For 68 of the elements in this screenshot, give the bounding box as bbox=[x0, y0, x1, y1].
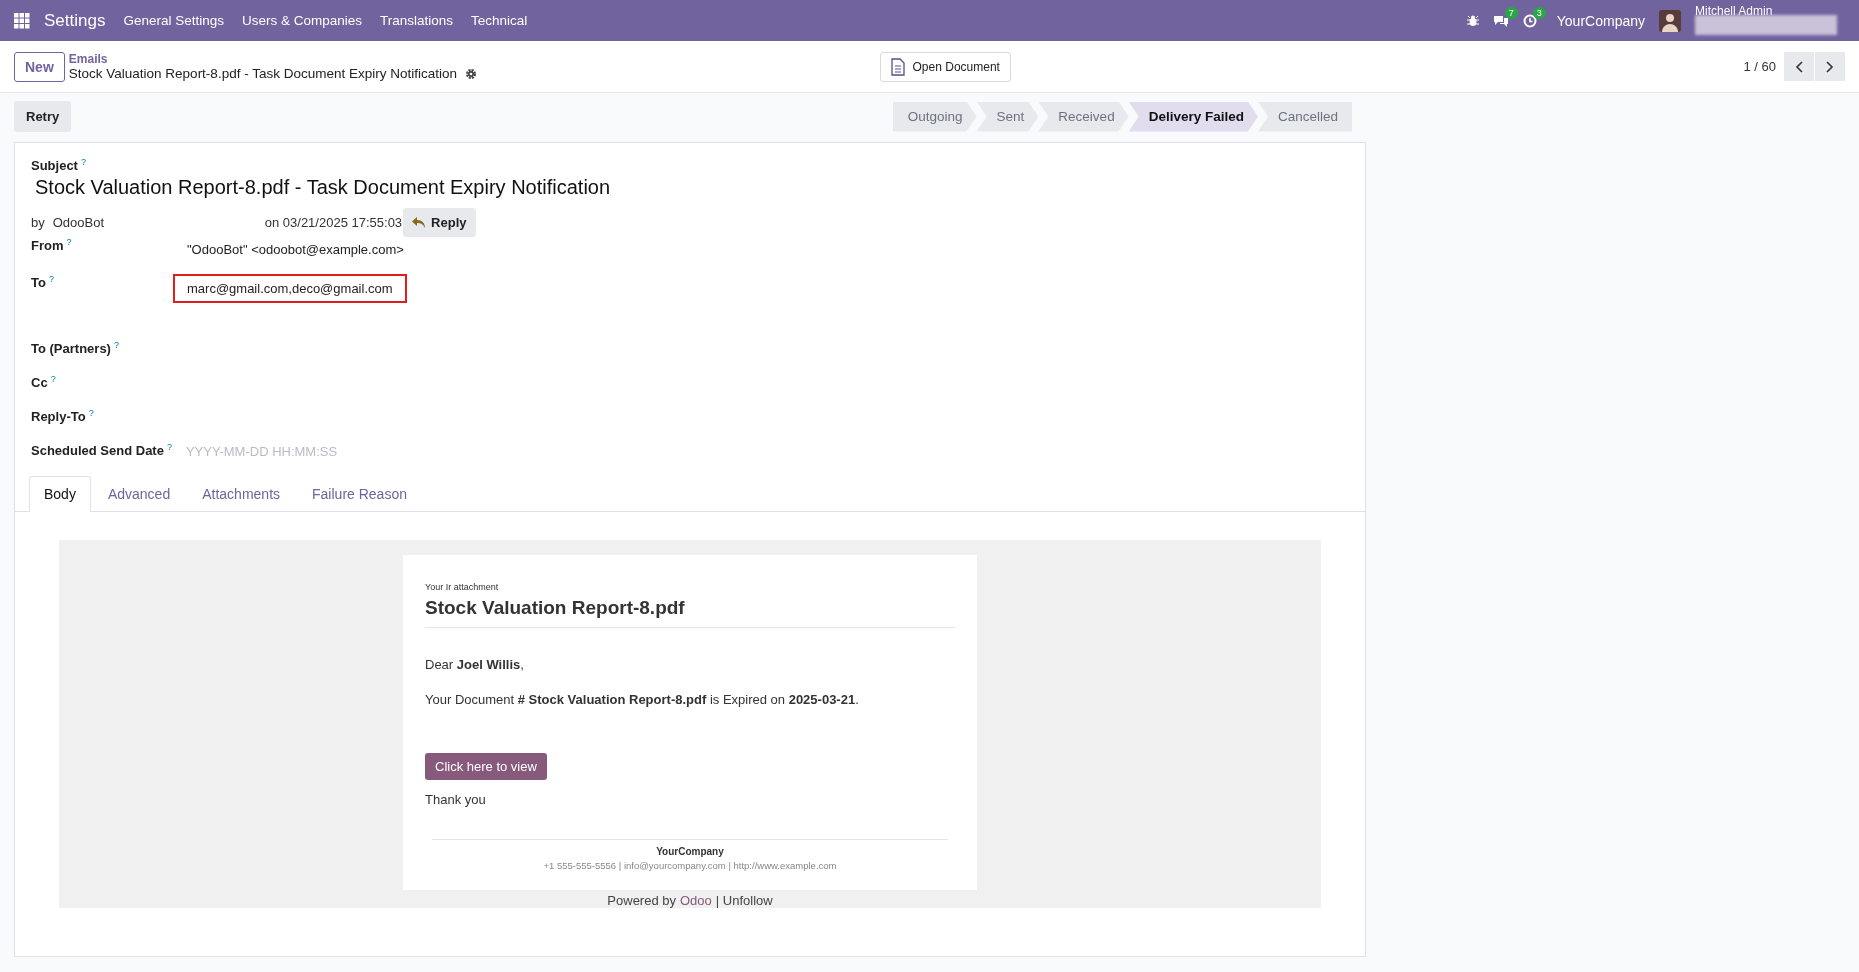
menu-item[interactable]: General Settings bbox=[123, 13, 224, 28]
odoo-link[interactable]: Odoo bbox=[680, 893, 712, 909]
chevron-left-icon bbox=[1795, 60, 1803, 73]
author-name: OdooBot bbox=[52, 215, 106, 231]
chevron-right-icon bbox=[1826, 60, 1834, 73]
status-stage[interactable]: Delivery Failed bbox=[1128, 101, 1258, 132]
user-name[interactable]: Mitchell Admin bbox=[1695, 4, 1773, 18]
chat-count-badge: 7 bbox=[1504, 6, 1518, 19]
menu-item[interactable]: Translations bbox=[380, 13, 454, 28]
bug-icon[interactable] bbox=[1466, 14, 1479, 27]
menu-item[interactable]: Technical bbox=[471, 13, 528, 28]
unfollow-link[interactable]: | Unfollow bbox=[715, 893, 773, 909]
field-label: From bbox=[31, 238, 64, 254]
retry-button[interactable]: Retry bbox=[14, 101, 72, 132]
avatar-icon[interactable] bbox=[1659, 9, 1681, 32]
tab[interactable]: Attachments bbox=[187, 476, 296, 513]
status-stage[interactable]: Sent bbox=[976, 101, 1039, 132]
document-icon bbox=[890, 57, 905, 76]
pager-counter: 1 / 60 bbox=[1743, 59, 1776, 74]
reply-arrow-icon bbox=[412, 217, 427, 229]
company-switcher[interactable]: YourCompany bbox=[1556, 12, 1645, 29]
chat-icon[interactable] bbox=[1492, 13, 1509, 28]
app-name[interactable]: Settings bbox=[44, 10, 106, 31]
company-name: YourCompany bbox=[655, 846, 725, 858]
help-mark[interactable]: ? bbox=[80, 157, 86, 167]
view-button[interactable]: Click here to view bbox=[425, 753, 547, 781]
settings-icon[interactable] bbox=[465, 67, 477, 80]
email-kicker: Your Ir attachment bbox=[425, 582, 500, 593]
tab[interactable]: Failure Reason bbox=[297, 476, 422, 513]
help-mark[interactable]: ? bbox=[48, 274, 54, 285]
new-button[interactable]: New bbox=[14, 51, 65, 82]
powered-by-text: Powered by bbox=[607, 893, 676, 909]
record-title: Stock Valuation Report-8.pdf - Task Document Expiry Notification bbox=[68, 66, 457, 81]
message-date: on 03/21/2025 17:55:03 bbox=[264, 215, 403, 231]
previous-button[interactable] bbox=[1784, 52, 1814, 81]
subject-value: Stock Valuation Report-8.pdf - Task Document Expiry Notification bbox=[35, 176, 612, 200]
field-label: Subject bbox=[31, 158, 78, 174]
clock-icon[interactable] bbox=[1522, 13, 1537, 28]
tab[interactable]: Advanced bbox=[92, 476, 186, 513]
help-mark[interactable]: ? bbox=[113, 340, 119, 351]
field-label: To (Partners) bbox=[31, 341, 111, 357]
field-value: marc@gmail.com,deco@gmail.com bbox=[173, 274, 407, 304]
company-contact: +1 555-555-5556 | info@yourcompany.com | http://www.example.com bbox=[542, 860, 838, 872]
tab[interactable]: Body bbox=[29, 476, 91, 513]
help-mark[interactable]: ? bbox=[50, 374, 56, 385]
email-heading: Stock Valuation Report-8.pdf bbox=[425, 597, 686, 620]
menu-item[interactable]: Users & Companies bbox=[242, 13, 363, 28]
breadcrumb-link[interactable]: Emails bbox=[68, 52, 477, 66]
apps-grid-icon[interactable] bbox=[14, 12, 30, 29]
activity-count-badge: 3 bbox=[1532, 6, 1546, 19]
author-prefix: by bbox=[31, 215, 45, 231]
status-stage[interactable]: Cancelled bbox=[1257, 101, 1352, 132]
message-text: Your Document # Stock Valuation Report-8.pdf is Expired on 2025-03-21. bbox=[425, 692, 860, 708]
help-mark[interactable]: ? bbox=[166, 442, 172, 453]
help-mark[interactable]: ? bbox=[88, 408, 94, 419]
open-document-button[interactable]: Open Document bbox=[879, 51, 1011, 82]
field-label: To bbox=[31, 275, 46, 291]
closing-text: Thank you bbox=[425, 792, 487, 808]
reply-button[interactable]: Reply bbox=[403, 208, 476, 238]
field-value: "OdooBot" <odoobot@example.com> bbox=[186, 241, 405, 260]
help-mark[interactable]: ? bbox=[66, 237, 72, 248]
field-label: Scheduled Send Date bbox=[31, 443, 164, 459]
field-label: Cc bbox=[31, 375, 48, 391]
next-button[interactable] bbox=[1815, 52, 1845, 81]
status-stage[interactable]: Received bbox=[1038, 101, 1129, 132]
greeting-text: Dear Joel Willis, bbox=[425, 657, 525, 673]
status-stage[interactable]: Outgoing bbox=[892, 101, 977, 132]
field-label: Reply-To bbox=[31, 409, 86, 425]
